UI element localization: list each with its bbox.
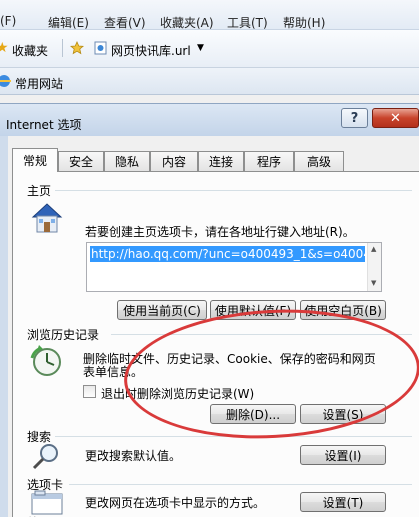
page-area bbox=[0, 95, 419, 103]
delete-on-exit-label[interactable]: 退出时删除浏览历史记录(W) bbox=[101, 385, 254, 402]
star-icon: ★ bbox=[0, 40, 9, 56]
house-icon bbox=[29, 200, 65, 234]
menu-help[interactable]: 帮助(H) bbox=[283, 14, 325, 31]
browser-tab-row: 常用网站 bbox=[0, 68, 419, 95]
delete-on-exit-checkbox[interactable] bbox=[83, 385, 96, 398]
general-tab-panel: 主页 若要创建主页选项卡，请在各地址行键入地址(R)。 http://hao.q… bbox=[12, 171, 419, 517]
favorites-link[interactable]: 网页快讯库.url bbox=[111, 42, 191, 59]
ie-icon bbox=[0, 74, 11, 88]
history-clock-icon bbox=[29, 344, 65, 378]
browser-tab[interactable]: 常用网站 bbox=[15, 75, 63, 92]
menu-view[interactable]: 查看(V) bbox=[104, 14, 146, 31]
history-description-line2: 表单信息。 bbox=[83, 365, 144, 379]
history-section-label: 浏览历史记录 bbox=[27, 328, 100, 342]
divider bbox=[111, 334, 412, 335]
tab-label: 常规 bbox=[22, 154, 47, 168]
favorites-button[interactable]: 收藏夹 bbox=[12, 42, 48, 59]
scroll-up-icon[interactable]: ▲ bbox=[371, 245, 376, 253]
homepage-url-field[interactable]: http://hao.qq.com/?unc=o400493_1&s=o4004… bbox=[86, 242, 382, 292]
tab-general[interactable]: 常规 bbox=[12, 148, 58, 172]
tab-connections[interactable]: 连接 bbox=[198, 151, 244, 171]
dialog-client: 常规 安全 隐私 内容 连接 程序 高级 主页 若要创建主页选项卡，请在各地址行… bbox=[8, 136, 419, 517]
page-icon bbox=[94, 41, 107, 55]
search-description: 更改搜索默认值。 bbox=[85, 449, 182, 463]
button-label: 设置(T) bbox=[322, 495, 364, 510]
button-label: 设置(S) bbox=[322, 407, 364, 422]
help-button[interactable]: ? bbox=[341, 108, 368, 128]
internet-options-dialog: Internet 选项 ? ✕ 常规 安全 隐私 内容 连接 程序 高级 主页 bbox=[0, 103, 419, 517]
tab-label: 高级 bbox=[306, 155, 331, 169]
tab-label: 隐私 bbox=[114, 155, 139, 169]
search-magnifier-icon bbox=[31, 442, 63, 470]
menu-favorites[interactable]: 收藏夹(A) bbox=[160, 14, 214, 31]
scroll-down-icon[interactable]: ▼ bbox=[371, 279, 376, 287]
scrollbar[interactable]: ▲ ▼ bbox=[367, 243, 381, 291]
help-icon: ? bbox=[350, 110, 359, 126]
close-button[interactable]: ✕ bbox=[372, 108, 419, 128]
divider bbox=[55, 436, 412, 437]
tab-content[interactable]: 内容 bbox=[150, 151, 198, 171]
menu-bar: (F) 编辑(E) 查看(V) 收藏夹(A) 工具(T) 帮助(H) bbox=[0, 0, 419, 30]
button-label: 使用当前页(C) bbox=[123, 303, 201, 318]
chevron-down-icon[interactable]: ▼ bbox=[197, 43, 204, 53]
dialog-titlebar[interactable]: Internet 选项 ? ✕ bbox=[0, 104, 419, 136]
tab-security[interactable]: 安全 bbox=[58, 151, 104, 171]
favorites-bar: ★ 收藏夹 网页快讯库.url ▼ bbox=[0, 30, 419, 68]
button-label: 设置(I) bbox=[324, 448, 362, 463]
menu-file[interactable]: (F) bbox=[0, 14, 16, 28]
tab-label: 程序 bbox=[256, 155, 281, 169]
tabs-settings-button[interactable]: 设置(T) bbox=[300, 492, 386, 512]
menu-tools[interactable]: 工具(T) bbox=[227, 14, 268, 31]
home-section-label: 主页 bbox=[27, 184, 52, 198]
tab-label: 安全 bbox=[68, 155, 93, 169]
menu-edit[interactable]: 编辑(E) bbox=[48, 14, 89, 31]
delete-history-button[interactable]: 删除(D)... bbox=[210, 404, 296, 424]
home-description: 若要创建主页选项卡，请在各地址行键入地址(R)。 bbox=[85, 225, 355, 239]
tab-privacy[interactable]: 隐私 bbox=[104, 151, 150, 171]
tab-label: 内容 bbox=[161, 155, 186, 169]
use-current-button[interactable]: 使用当前页(C) bbox=[117, 300, 207, 320]
use-blank-button[interactable]: 使用空白页(B) bbox=[300, 300, 386, 320]
tab-advanced[interactable]: 高级 bbox=[294, 151, 344, 171]
homepage-url-text: http://hao.qq.com/?unc=o400493_1&s=o4004… bbox=[90, 246, 365, 262]
button-label: 使用空白页(B) bbox=[304, 303, 382, 318]
add-favorite-icon[interactable] bbox=[69, 41, 85, 55]
history-settings-button[interactable]: 设置(S) bbox=[300, 404, 386, 424]
dialog-title: Internet 选项 bbox=[6, 118, 82, 132]
tabs-window-icon bbox=[31, 490, 65, 516]
divider bbox=[55, 190, 412, 191]
use-default-button[interactable]: 使用默认值(F) bbox=[210, 300, 296, 320]
button-label: 删除(D)... bbox=[225, 407, 281, 422]
divider bbox=[69, 484, 412, 485]
button-label: 使用默认值(F) bbox=[214, 303, 292, 318]
tabs-description: 更改网页在选项卡中显示的方式。 bbox=[85, 496, 266, 510]
divider bbox=[62, 39, 63, 57]
tab-programs[interactable]: 程序 bbox=[244, 151, 294, 171]
tab-label: 连接 bbox=[208, 155, 233, 169]
close-icon: ✕ bbox=[390, 110, 401, 126]
search-settings-button[interactable]: 设置(I) bbox=[300, 445, 386, 465]
